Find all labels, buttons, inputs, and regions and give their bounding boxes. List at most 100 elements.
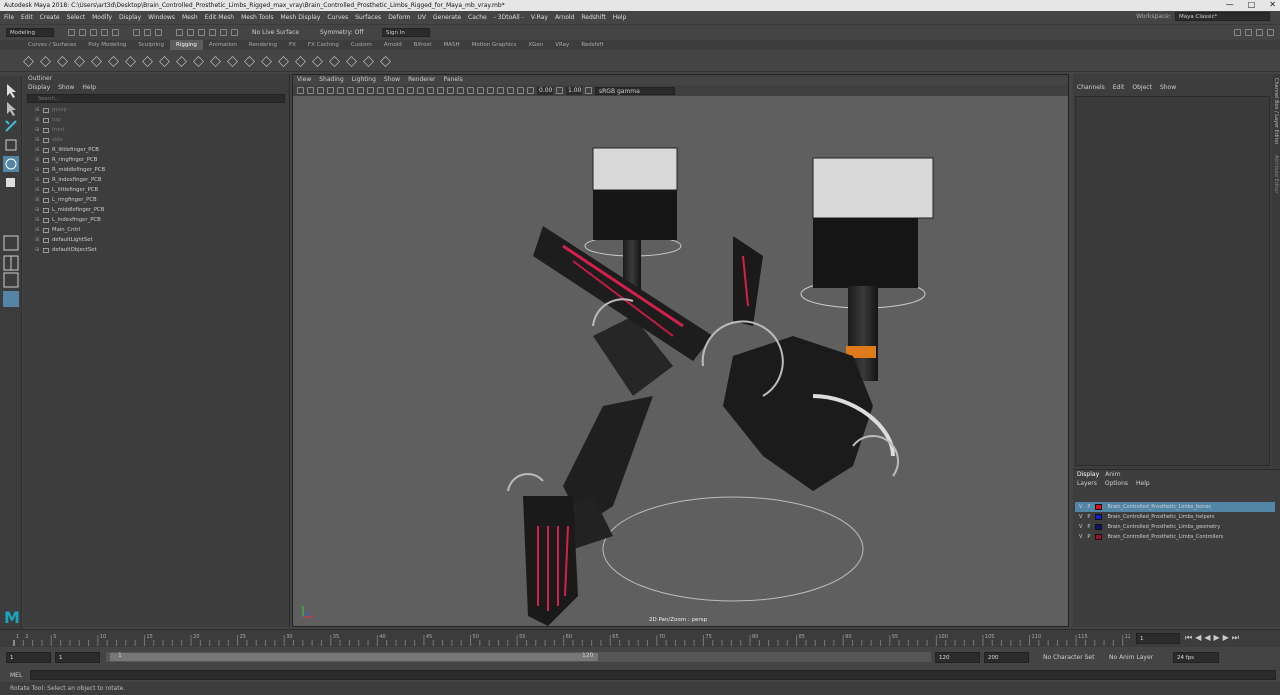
playback-end-field[interactable]: 120 bbox=[935, 651, 980, 663]
outliner-menu-display[interactable]: Display bbox=[28, 83, 50, 93]
menu-mesh-tools[interactable]: Mesh Tools bbox=[241, 14, 273, 21]
expand-icon[interactable]: ⊞ bbox=[35, 125, 40, 135]
bind-skin-icon[interactable] bbox=[141, 55, 152, 66]
current-frame-field[interactable]: 1 bbox=[1136, 633, 1180, 644]
shelf-tab-xgen[interactable]: XGen bbox=[522, 40, 549, 50]
parent-constraint-icon[interactable] bbox=[243, 55, 254, 66]
channel-box-area[interactable] bbox=[1075, 96, 1270, 466]
shelf-tab-sculpting[interactable]: Sculpting bbox=[132, 40, 170, 50]
layer-color-swatch[interactable] bbox=[1095, 514, 1103, 520]
paint-weights-icon[interactable] bbox=[158, 55, 169, 66]
viewport-menu-lighting[interactable]: Lighting bbox=[352, 75, 376, 85]
outliner-item[interactable]: ⊞ L_indexfinger_PCB bbox=[23, 215, 289, 225]
menu-edit-mesh[interactable]: Edit Mesh bbox=[205, 14, 234, 21]
menu-display[interactable]: Display bbox=[119, 14, 141, 21]
gate-mask-icon[interactable] bbox=[357, 87, 364, 94]
outliner-item[interactable]: ⊞ Main_Cntrl bbox=[23, 225, 289, 235]
outliner-item[interactable]: ⊞ L_littlefinger_PCB bbox=[23, 185, 289, 195]
lights-icon[interactable] bbox=[437, 87, 444, 94]
snap-surface-icon[interactable] bbox=[220, 28, 227, 36]
shelf-tab-animation[interactable]: Animation bbox=[203, 40, 243, 50]
start-time-field[interactable]: 1 bbox=[6, 651, 51, 663]
workspace-dropdown[interactable]: Maya Classic* bbox=[1175, 12, 1270, 21]
playback-toggle[interactable]: P bbox=[1087, 514, 1090, 520]
menu-windows[interactable]: Windows bbox=[148, 14, 175, 21]
ik-spline-icon[interactable] bbox=[56, 55, 67, 66]
menu-file[interactable]: File bbox=[4, 14, 14, 21]
menuset-dropdown[interactable]: Modeling bbox=[6, 27, 54, 37]
shelf-tab-fx-caching[interactable]: FX Caching bbox=[302, 40, 345, 50]
channel-menu-channels[interactable]: Channels bbox=[1077, 82, 1105, 94]
expand-icon[interactable]: ⊞ bbox=[35, 105, 40, 115]
shelf-tab-redshift[interactable]: Redshift bbox=[575, 40, 609, 50]
snap-live-icon[interactable] bbox=[231, 28, 238, 36]
shelf-tab-bifrost[interactable]: Bifrost bbox=[408, 40, 438, 50]
viewport-panel[interactable]: View Shading Lighting Show Renderer Panels 0.… bbox=[292, 74, 1069, 627]
outliner-item[interactable]: ⊞ R_ringfinger_PCB bbox=[23, 155, 289, 165]
select-hierarchy-icon[interactable] bbox=[133, 28, 140, 36]
time-slider[interactable]: 1 2 5 10 15 20 25 30 35 40 45 50 55 60 65 70 75 80 85 90 95 1… bbox=[0, 629, 1280, 647]
playback-controls[interactable]: ⏮◀◀▶▶⏭ bbox=[1185, 633, 1242, 643]
menu--3dtoall-[interactable]: - 3DtoAll - bbox=[494, 14, 524, 21]
minimize-button[interactable]: — bbox=[1226, 0, 1234, 11]
expand-icon[interactable]: ⊞ bbox=[35, 215, 40, 225]
motion-blur-icon[interactable] bbox=[467, 87, 474, 94]
outliner-item[interactable]: ⊞ front bbox=[23, 125, 289, 135]
shelf-tab-rigging[interactable]: Rigging bbox=[170, 40, 203, 50]
layer-row[interactable]: V P Brain_Controlled_Prosthetic_Limbs_geom… bbox=[1075, 522, 1275, 532]
gamma-icon[interactable] bbox=[556, 87, 563, 94]
color-manage-icon[interactable] bbox=[585, 87, 592, 94]
menu-redshift[interactable]: Redshift bbox=[581, 14, 605, 21]
outliner-item[interactable]: ⊞ defaultObjectSet bbox=[23, 245, 289, 255]
outliner-item[interactable]: ⊞ L_ringfinger_PCB bbox=[23, 195, 289, 205]
expand-icon[interactable]: ⊞ bbox=[35, 235, 40, 245]
shelf-tab-custom[interactable]: Custom bbox=[345, 40, 378, 50]
shelf-tab-motion-graphics[interactable]: Motion Graphics bbox=[466, 40, 523, 50]
expand-icon[interactable]: ⊞ bbox=[35, 155, 40, 165]
shelf-tab-mash[interactable]: MASH bbox=[437, 40, 465, 50]
film-gate-icon[interactable] bbox=[337, 87, 344, 94]
dof-icon[interactable] bbox=[487, 87, 494, 94]
layer-menu-layers[interactable]: Layers bbox=[1077, 479, 1097, 489]
live-surface-field[interactable]: No Live Surface bbox=[252, 29, 316, 36]
outliner-item[interactable]: ⊞ defaultLightSet bbox=[23, 235, 289, 245]
isolate-icon[interactable] bbox=[497, 87, 504, 94]
image-plane-icon[interactable] bbox=[317, 87, 324, 94]
expand-icon[interactable]: ⊞ bbox=[35, 195, 40, 205]
menu-mesh[interactable]: Mesh bbox=[182, 14, 198, 21]
safe-title-icon[interactable] bbox=[387, 87, 394, 94]
redo-icon[interactable] bbox=[112, 28, 119, 36]
blendshape-icon[interactable] bbox=[209, 55, 220, 66]
layer-color-swatch[interactable] bbox=[1095, 524, 1103, 530]
antialias-icon[interactable] bbox=[477, 87, 484, 94]
field-chart-icon[interactable] bbox=[367, 87, 374, 94]
xray-joints-icon[interactable] bbox=[517, 87, 524, 94]
anim-layer-field[interactable]: No Anim Layer bbox=[1109, 654, 1169, 661]
range-slider[interactable]: 1 120 bbox=[106, 652, 931, 662]
menu-surfaces[interactable]: Surfaces bbox=[355, 14, 381, 21]
orient-joint-icon[interactable] bbox=[90, 55, 101, 66]
menu-v-ray[interactable]: V-Ray bbox=[531, 14, 548, 21]
save-scene-icon[interactable] bbox=[90, 28, 97, 36]
humanik-icon[interactable] bbox=[107, 55, 118, 66]
outliner-item[interactable]: ⊞ R_indexfinger_PCB bbox=[23, 175, 289, 185]
maximize-button[interactable]: □ bbox=[1248, 0, 1256, 11]
playback-start-field[interactable]: 1 bbox=[55, 651, 100, 663]
viewport-menu-view[interactable]: View bbox=[297, 75, 311, 85]
playback-toggle[interactable]: P bbox=[1087, 534, 1090, 540]
panel-layout-icon-4[interactable] bbox=[1267, 28, 1274, 36]
lattice-icon[interactable] bbox=[175, 55, 186, 66]
layer-tab-anim[interactable]: Anim bbox=[1105, 470, 1120, 479]
ik-fk-icon[interactable] bbox=[362, 55, 373, 66]
script-icon[interactable] bbox=[379, 55, 390, 66]
snap-plane-icon[interactable] bbox=[209, 28, 216, 36]
channel-menu-object[interactable]: Object bbox=[1132, 82, 1152, 94]
side-tab-attribute-editor[interactable]: Attribute Editor bbox=[1273, 155, 1279, 193]
shelf-tab-curves-surfaces[interactable]: Curves / Surfaces bbox=[22, 40, 82, 50]
menu-deform[interactable]: Deform bbox=[388, 14, 410, 21]
visibility-toggle[interactable]: V bbox=[1079, 504, 1082, 510]
layer-menu-help[interactable]: Help bbox=[1136, 479, 1150, 489]
layer-color-swatch[interactable] bbox=[1095, 534, 1103, 540]
end-time-field[interactable]: 200 bbox=[984, 651, 1029, 663]
bookmark-icon[interactable] bbox=[307, 87, 314, 94]
